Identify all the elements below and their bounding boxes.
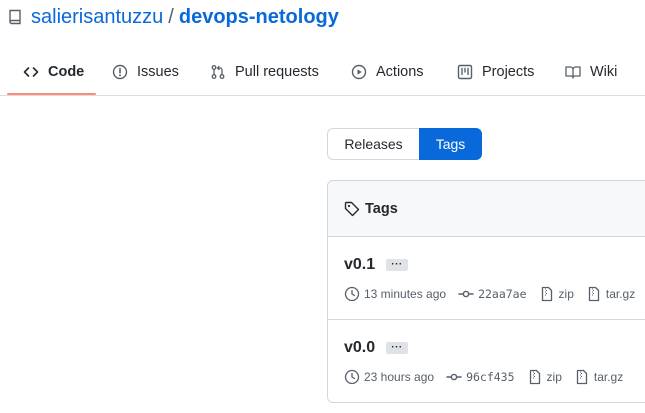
commit-icon [446,369,462,385]
file-zip-icon [574,369,590,385]
file-zip-icon [527,369,543,385]
tab-actions-label: Actions [376,64,424,80]
tab-code[interactable]: Code [23,48,84,96]
tab-issues-label: Issues [137,64,179,80]
tab-pull-requests-label: Pull requests [235,64,319,80]
project-icon [457,64,473,80]
zip-download-link[interactable]: zip [559,287,574,301]
tab-wiki-label: Wiki [590,64,618,80]
more-options-button[interactable]: ··· [386,342,408,354]
tab-projects[interactable]: Projects [457,48,534,96]
tags-box-header: Tags [328,181,645,237]
selected-tab-underline [7,93,96,95]
tag-time: 23 hours ago [364,370,435,384]
tags-box-title: Tags [365,200,398,217]
tab-issues[interactable]: Issues [112,48,179,96]
file-zip-icon [539,286,555,302]
book-icon [565,64,581,80]
clock-icon [344,286,360,302]
tab-code-label: Code [48,64,85,80]
list-item: v0.1 ··· 13 minutes ago 22aa7ae zip tar.… [328,237,645,320]
tab-wiki[interactable]: Wiki [565,48,617,96]
tab-pull-requests[interactable]: Pull requests [210,48,319,96]
code-icon [23,64,39,80]
tag-meta: 23 hours ago 96cf435 zip tar.gz [344,368,623,386]
file-zip-icon [586,286,602,302]
repo-path-separator: / [168,5,174,28]
releases-button[interactable]: Releases [327,128,419,160]
tag-name-link[interactable]: v0.0 [344,339,375,357]
commit-icon [458,286,474,302]
tags-button[interactable]: Tags [419,128,482,160]
issue-icon [112,64,128,80]
tab-projects-label: Projects [482,64,535,80]
play-icon [351,64,367,80]
commit-sha-link[interactable]: 96cf435 [466,370,514,384]
tag-meta: 13 minutes ago 22aa7ae zip tar.gz [344,285,635,303]
tags-box: Tags v0.1 ··· 13 minutes ago 22aa7ae zip… [327,180,645,403]
pull-request-icon [210,64,226,80]
targz-download-link[interactable]: tar.gz [594,370,623,384]
zip-download-link[interactable]: zip [547,370,562,384]
tab-actions[interactable]: Actions [351,48,424,96]
tag-icon [344,201,360,217]
clock-icon [344,369,360,385]
tag-time: 13 minutes ago [364,287,447,301]
list-item: v0.0 ··· 23 hours ago 96cf435 zip tar.gz [328,320,645,402]
more-options-button[interactable]: ··· [386,259,408,271]
releases-tags-switcher: Releases Tags [327,128,482,160]
repo-nav: Code Issues Pull requests Actions Projec… [0,48,645,96]
repo-name-link[interactable]: devops-netology [179,6,339,29]
tag-name-link[interactable]: v0.1 [344,256,375,274]
commit-sha-link[interactable]: 22aa7ae [478,287,526,301]
targz-download-link[interactable]: tar.gz [606,287,635,301]
repo-icon [8,9,22,25]
repo-owner-link[interactable]: salierisantuzzu [31,6,163,29]
repo-header: salierisantuzzu / devops-netology [8,5,339,29]
